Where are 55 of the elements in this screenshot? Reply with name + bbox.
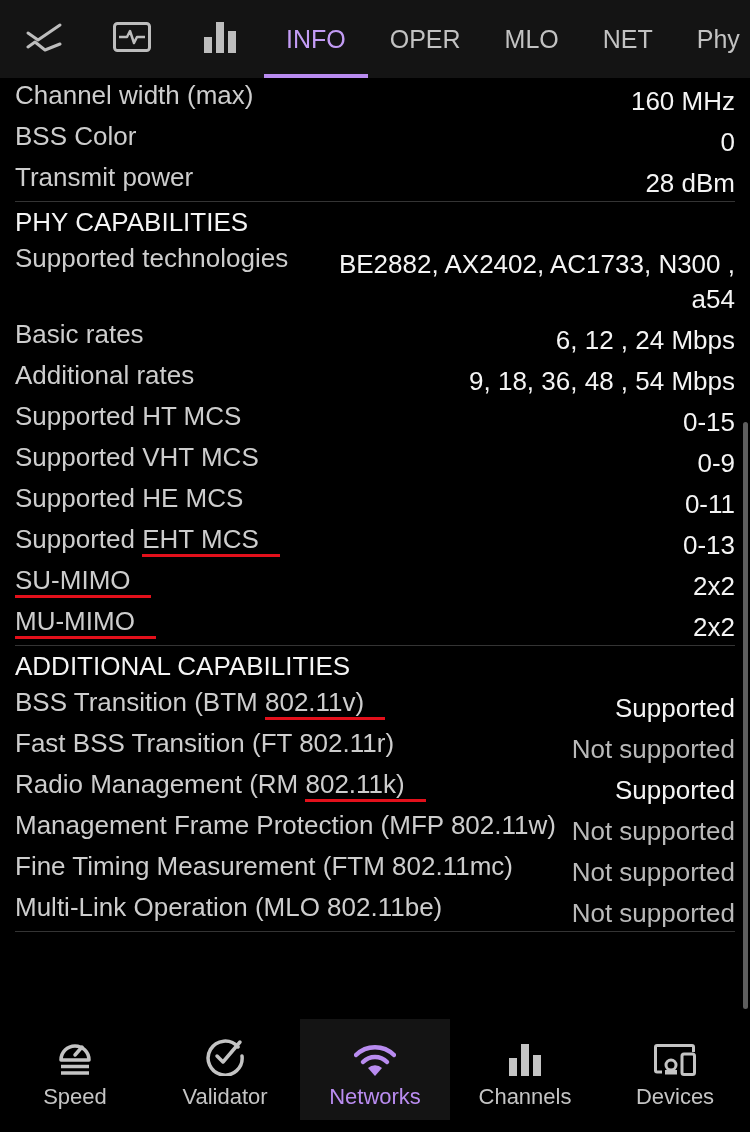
wifi-icon xyxy=(354,1044,396,1076)
row-label: Supported HE MCS xyxy=(15,482,244,515)
row-value: Supported xyxy=(615,774,735,807)
row-label: SU-MIMO xyxy=(15,563,152,597)
row-value: 0-11 xyxy=(684,488,735,521)
row-value: 0-9 xyxy=(697,447,735,480)
row-label: Channel width (max) xyxy=(15,79,254,112)
nav-item[interactable]: Validator xyxy=(150,1019,300,1120)
row-value: 2x2 xyxy=(693,611,735,644)
row-label: BSS Color xyxy=(15,120,137,153)
row-label: Multi-Link Operation (MLO 802.11be) xyxy=(15,891,443,924)
nav-item[interactable]: Devices xyxy=(600,1019,750,1120)
row-label: Supported EHT MCS xyxy=(15,522,280,556)
row-label: Fast BSS Transition (FT 802.11r) xyxy=(15,727,395,760)
section-header: ADDITIONAL CAPABILITIES xyxy=(14,650,352,683)
row-label: Radio Management (RM 802.11k) xyxy=(15,767,426,801)
tab[interactable]: OPER xyxy=(367,0,483,78)
tab[interactable]: MLO xyxy=(482,0,581,78)
devices-icon xyxy=(654,1044,696,1076)
row-label: BSS Transition (BTM 802.11v) xyxy=(15,685,386,719)
pulse-monitor-icon xyxy=(113,22,151,52)
nav-item[interactable]: Channels xyxy=(450,1019,600,1120)
bar-chart-icon xyxy=(204,21,236,53)
tab[interactable]: NET xyxy=(580,0,675,78)
nav-item[interactable]: Networks xyxy=(300,1019,450,1120)
tab[interactable]: Phy xyxy=(674,0,744,78)
check-circle-icon xyxy=(205,1036,245,1076)
row-label: MU-MIMO xyxy=(15,604,156,638)
row-value: 0 xyxy=(720,126,735,159)
row-value: Not supported xyxy=(571,897,735,930)
row-label: Transmit power xyxy=(15,161,194,194)
tab[interactable]: INFO xyxy=(264,0,368,78)
bar-chart-icon xyxy=(509,1044,541,1076)
row-value: 0-15 xyxy=(682,406,735,439)
row-label: Fine Timing Measurement (FTM 802.11mc) xyxy=(15,850,513,883)
row-value: Not supported xyxy=(571,856,735,889)
row-value: 6, 12 , 24 Mbps xyxy=(555,324,735,357)
section-header: PHY CAPABILITIES xyxy=(14,206,250,239)
row-label: Additional rates xyxy=(15,359,195,392)
trend-lines-icon xyxy=(26,22,62,52)
row-label: Supported technologies xyxy=(15,242,289,275)
row-value: 28 dBm xyxy=(645,167,735,200)
row-value: 2x2 xyxy=(693,570,735,603)
row-value: Not supported xyxy=(571,815,735,848)
nav-item[interactable]: Speed xyxy=(0,1019,150,1120)
row-value: 160 MHz xyxy=(630,85,735,118)
row-value: BE2882, AX2402, AC1733, N300 , a54 xyxy=(337,248,735,316)
row-label: Supported HT MCS xyxy=(15,400,242,433)
row-value: 0-13 xyxy=(682,529,735,562)
row-value: 9, 18, 36, 48 , 54 Mbps xyxy=(469,365,735,398)
row-label: Basic rates xyxy=(15,318,144,351)
row-value: Supported xyxy=(615,692,735,725)
row-label: Supported VHT MCS xyxy=(15,441,259,474)
row-value: Not supported xyxy=(571,733,735,766)
row-label: Management Frame Protection (MFP 802.11w) xyxy=(15,809,556,842)
